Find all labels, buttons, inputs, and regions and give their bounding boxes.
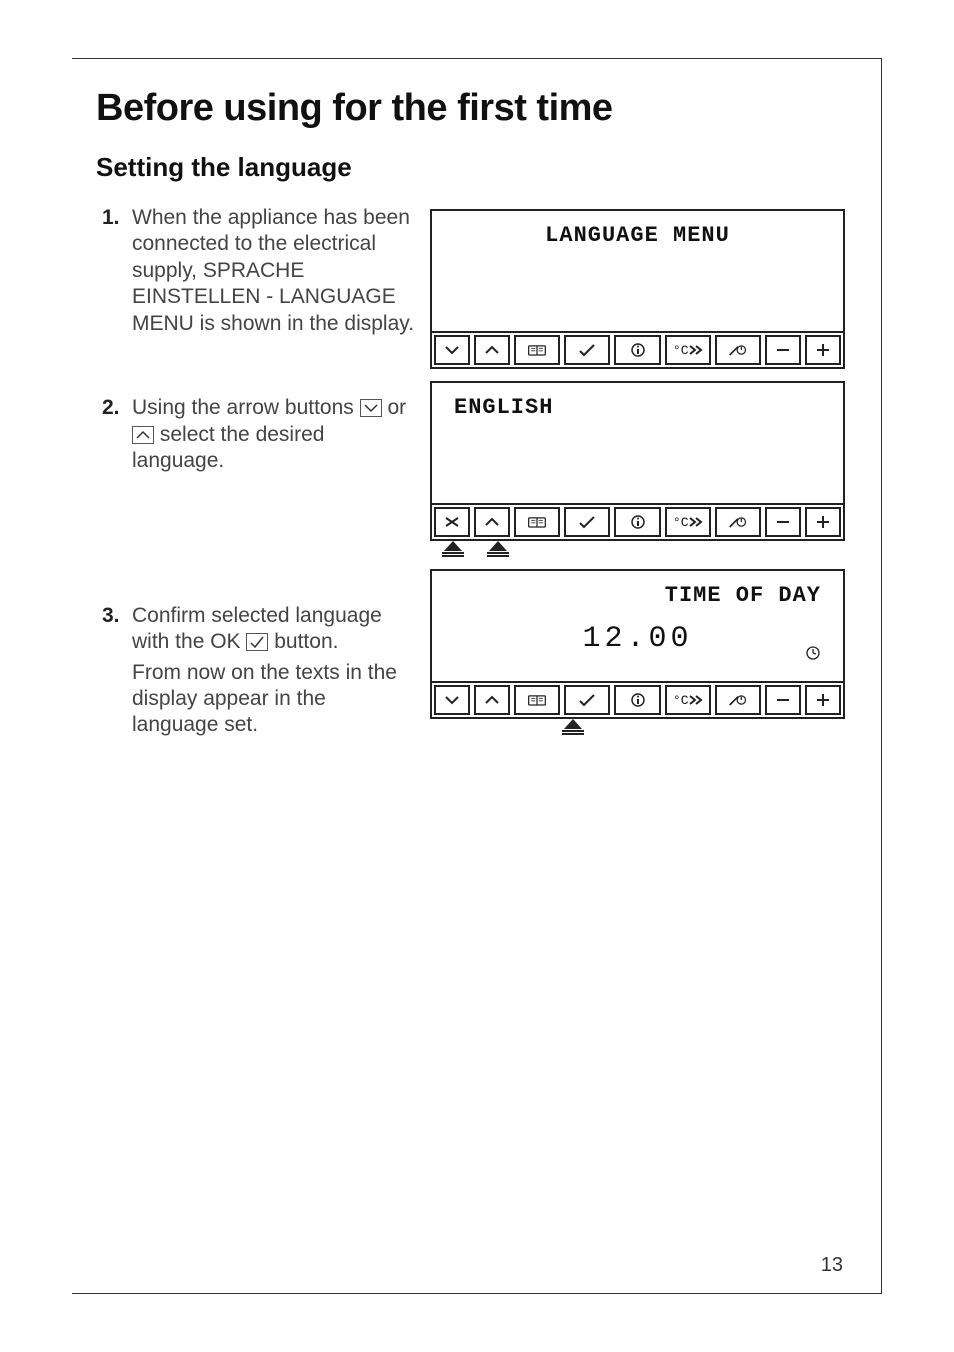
rapid-heat-button[interactable]: °C bbox=[665, 507, 711, 537]
ok-button[interactable] bbox=[564, 507, 610, 537]
up-triangle-icon bbox=[478, 541, 518, 557]
page-number: 13 bbox=[821, 1254, 843, 1277]
minus-button[interactable] bbox=[765, 685, 801, 715]
step-2-text-c: select the desired language. bbox=[132, 423, 324, 472]
lcd-panel-3: TIME OF DAY 12.00 °C bbox=[430, 569, 845, 719]
step-1: 1. When the appliance has been connected… bbox=[96, 205, 416, 377]
content-row: 1. When the appliance has been connected… bbox=[96, 205, 845, 757]
lcd-panel-2: ENGLISH °C bbox=[430, 381, 845, 541]
up-button[interactable] bbox=[474, 685, 510, 715]
probe-button[interactable] bbox=[715, 335, 761, 365]
lcd1-button-row: °C bbox=[432, 331, 843, 367]
rapid-heat-button[interactable]: °C bbox=[665, 335, 711, 365]
lcd-column: LANGUAGE MENU °C ENGL bbox=[430, 205, 845, 757]
page-title: Before using for the first time bbox=[96, 59, 845, 152]
step-2-number: 2. bbox=[102, 395, 120, 421]
up-triangle-icon bbox=[553, 719, 593, 735]
arrow-indicator-panel3 bbox=[430, 719, 845, 735]
lcd-panel-1: LANGUAGE MENU °C bbox=[430, 209, 845, 369]
lcd3-button-row: °C bbox=[432, 681, 843, 717]
info-button[interactable] bbox=[614, 685, 660, 715]
step-2-text-a: Using the arrow buttons bbox=[132, 396, 360, 419]
step-3-text-c: From now on the texts in the display app… bbox=[132, 661, 397, 737]
step-1-text: When the appliance has been connected to… bbox=[132, 206, 414, 335]
lcd1-title: LANGUAGE MENU bbox=[446, 223, 829, 248]
minus-button[interactable] bbox=[765, 507, 801, 537]
lcd2-button-row: °C bbox=[432, 503, 843, 539]
probe-button[interactable] bbox=[715, 507, 761, 537]
step-1-number: 1. bbox=[102, 205, 120, 231]
plus-button[interactable] bbox=[805, 685, 841, 715]
step-2-text-b: or bbox=[387, 396, 406, 419]
probe-button[interactable] bbox=[715, 685, 761, 715]
down-button[interactable] bbox=[434, 335, 470, 365]
ok-button[interactable] bbox=[564, 335, 610, 365]
recipe-button[interactable] bbox=[514, 507, 560, 537]
minus-button[interactable] bbox=[765, 335, 801, 365]
info-button[interactable] bbox=[614, 335, 660, 365]
ok-check-icon bbox=[246, 633, 268, 651]
recipe-button[interactable] bbox=[514, 335, 560, 365]
ok-button[interactable] bbox=[564, 685, 610, 715]
rapid-heat-button[interactable]: °C bbox=[665, 685, 711, 715]
plus-button[interactable] bbox=[805, 507, 841, 537]
up-button[interactable] bbox=[474, 335, 510, 365]
step-3: 3. Confirm selected language with the OK… bbox=[96, 603, 416, 739]
info-button[interactable] bbox=[614, 507, 660, 537]
up-arrow-icon bbox=[132, 426, 154, 444]
step-2: 2. Using the arrow buttons or select the… bbox=[96, 395, 416, 584]
step-3-text-b: button. bbox=[274, 630, 338, 653]
steps-column: 1. When the appliance has been connected… bbox=[96, 205, 416, 757]
up-triangle-icon bbox=[433, 541, 473, 557]
up-button[interactable] bbox=[474, 507, 510, 537]
lcd3-time: 12.00 bbox=[446, 622, 829, 656]
step-3-number: 3. bbox=[102, 603, 120, 629]
plus-button[interactable] bbox=[805, 335, 841, 365]
down-button[interactable] bbox=[434, 685, 470, 715]
down-button[interactable] bbox=[434, 507, 470, 537]
lcd3-title: TIME OF DAY bbox=[446, 583, 829, 608]
lcd2-title: ENGLISH bbox=[446, 395, 829, 420]
recipe-button[interactable] bbox=[514, 685, 560, 715]
arrow-indicators-panel2 bbox=[430, 541, 845, 557]
down-arrow-icon bbox=[360, 399, 382, 417]
section-subtitle: Setting the language bbox=[96, 152, 845, 205]
clock-icon bbox=[805, 645, 821, 666]
